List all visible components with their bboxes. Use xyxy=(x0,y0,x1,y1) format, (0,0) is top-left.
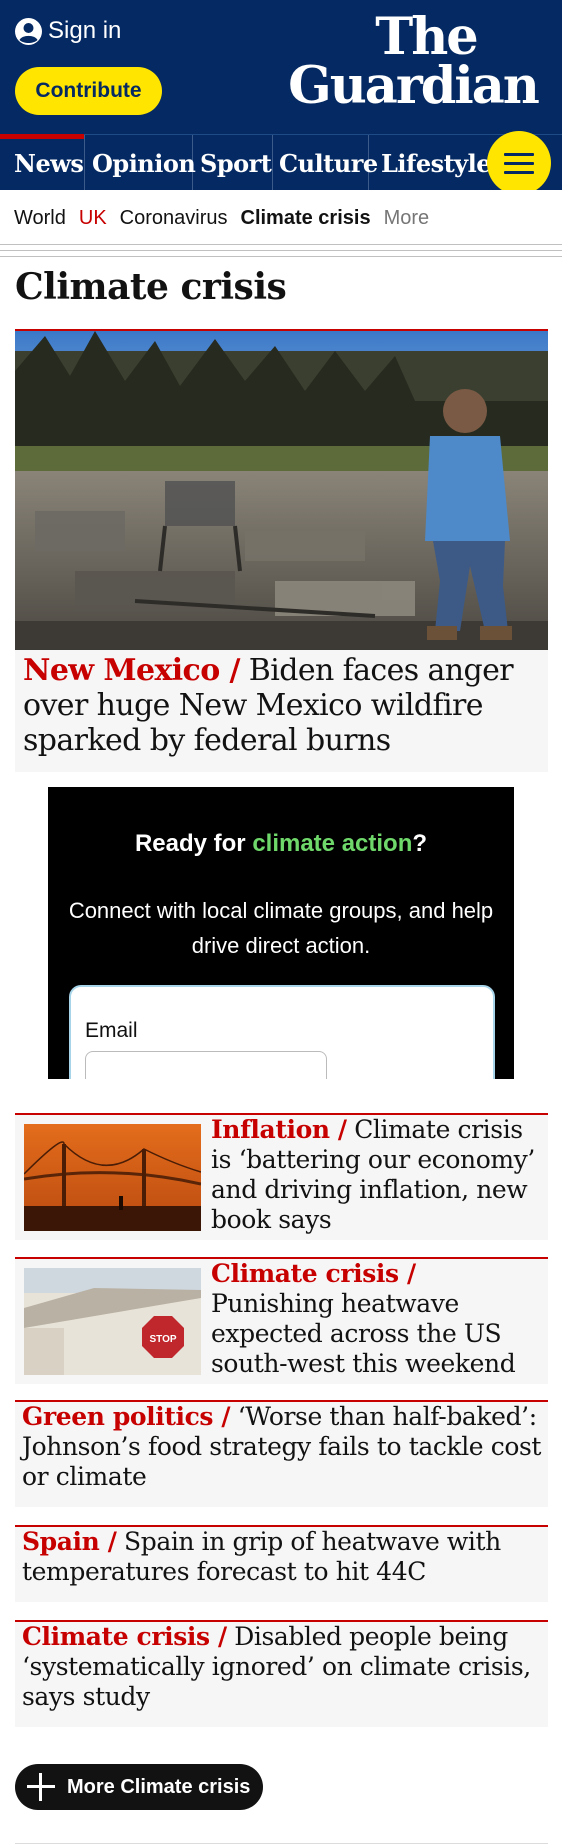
story-headline: Climate crisis / Disabled people being ‘… xyxy=(22,1622,542,1712)
email-field[interactable] xyxy=(85,1051,327,1079)
story-headline-text: Punishing heatwave expected across the U… xyxy=(211,1289,516,1378)
subnav-more[interactable]: More xyxy=(384,207,430,230)
climate-action-ad: Ready for climate action? Connect with l… xyxy=(48,787,514,1079)
story-headline: Climate crisis / Punishing heatwave expe… xyxy=(211,1259,544,1379)
logo-line-2: Guardian xyxy=(288,56,540,116)
svg-text:STOP: STOP xyxy=(149,1334,176,1345)
divider xyxy=(15,1843,548,1844)
story-kicker: Spain / xyxy=(22,1527,117,1556)
more-climate-crisis-button[interactable]: More Climate crisis xyxy=(15,1764,263,1810)
section-title: Climate crisis xyxy=(15,266,287,308)
email-label: Email xyxy=(85,1019,138,1042)
pillar-culture[interactable]: Culture xyxy=(273,135,378,191)
wildfire-ruins-photo xyxy=(15,331,548,650)
masthead: Sign in Contribute The Guardian xyxy=(0,0,562,134)
story-card[interactable]: Green politics / ‘Worse than half-baked’… xyxy=(15,1400,548,1507)
ad-title-prefix: Ready for xyxy=(134,830,253,857)
story-card[interactable]: STOP Climate crisis / Punishing heatwave… xyxy=(15,1257,548,1384)
sub-nav: World UK Coronavirus Climate crisis More xyxy=(0,190,562,246)
divider xyxy=(0,256,562,257)
story-headline: Inflation / Climate crisis is ‘battering… xyxy=(211,1115,544,1235)
more-button-label: More Climate crisis xyxy=(67,1775,251,1798)
plus-icon xyxy=(27,1773,55,1801)
guardian-logo[interactable]: The Guardian xyxy=(278,12,548,112)
sign-in-label: Sign in xyxy=(48,17,122,44)
subnav-climate-crisis[interactable]: Climate crisis xyxy=(241,207,371,230)
lead-kicker: New Mexico / xyxy=(23,653,240,688)
subnav-uk[interactable]: UK xyxy=(79,207,107,230)
story-card[interactable]: Spain / Spain in grip of heatwave with t… xyxy=(15,1525,548,1602)
story-kicker: Inflation / xyxy=(211,1115,347,1144)
story-kicker: Green politics / xyxy=(22,1402,231,1431)
pillar-sport[interactable]: Sport xyxy=(193,135,273,191)
story-kicker: Climate crisis / xyxy=(22,1622,227,1651)
hamburger-menu-icon[interactable] xyxy=(487,131,551,195)
story-headline: Green politics / ‘Worse than half-baked’… xyxy=(22,1402,542,1492)
subnav-coronavirus[interactable]: Coronavirus xyxy=(120,207,228,230)
story-card[interactable]: Inflation / Climate crisis is ‘battering… xyxy=(15,1113,548,1240)
ad-body: Connect with local climate groups, and h… xyxy=(68,898,494,958)
ad-title-suffix: ? xyxy=(412,830,428,857)
lead-story-card[interactable]: New Mexico / Biden faces anger over huge… xyxy=(15,329,548,772)
divider xyxy=(0,244,562,245)
contribute-button[interactable]: Contribute xyxy=(15,67,162,115)
ad-signup-form: Email xyxy=(69,985,495,1079)
pillar-opinion[interactable]: Opinion xyxy=(85,135,196,191)
subnav-world[interactable]: World xyxy=(14,207,66,230)
pillar-nav: News Opinion Sport Culture Lifestyle xyxy=(0,134,562,191)
lead-headline: New Mexico / Biden faces anger over huge… xyxy=(23,653,543,758)
divider xyxy=(0,250,562,251)
bay-bridge-orange-sky-photo xyxy=(24,1124,201,1231)
user-account-icon xyxy=(15,17,42,45)
ad-title: Ready for climate action? xyxy=(48,830,514,858)
extreme-heat-stop-sign-photo: STOP xyxy=(24,1268,201,1375)
pillar-lifestyle[interactable]: Lifestyle xyxy=(369,135,499,191)
pillar-news[interactable]: News xyxy=(0,134,85,191)
story-card[interactable]: Climate crisis / Disabled people being ‘… xyxy=(15,1620,548,1727)
story-kicker: Climate crisis / xyxy=(211,1259,416,1288)
ad-title-highlight: climate action xyxy=(252,830,413,857)
sign-in-link[interactable]: Sign in xyxy=(15,16,121,46)
story-headline: Spain / Spain in grip of heatwave with t… xyxy=(22,1527,542,1587)
